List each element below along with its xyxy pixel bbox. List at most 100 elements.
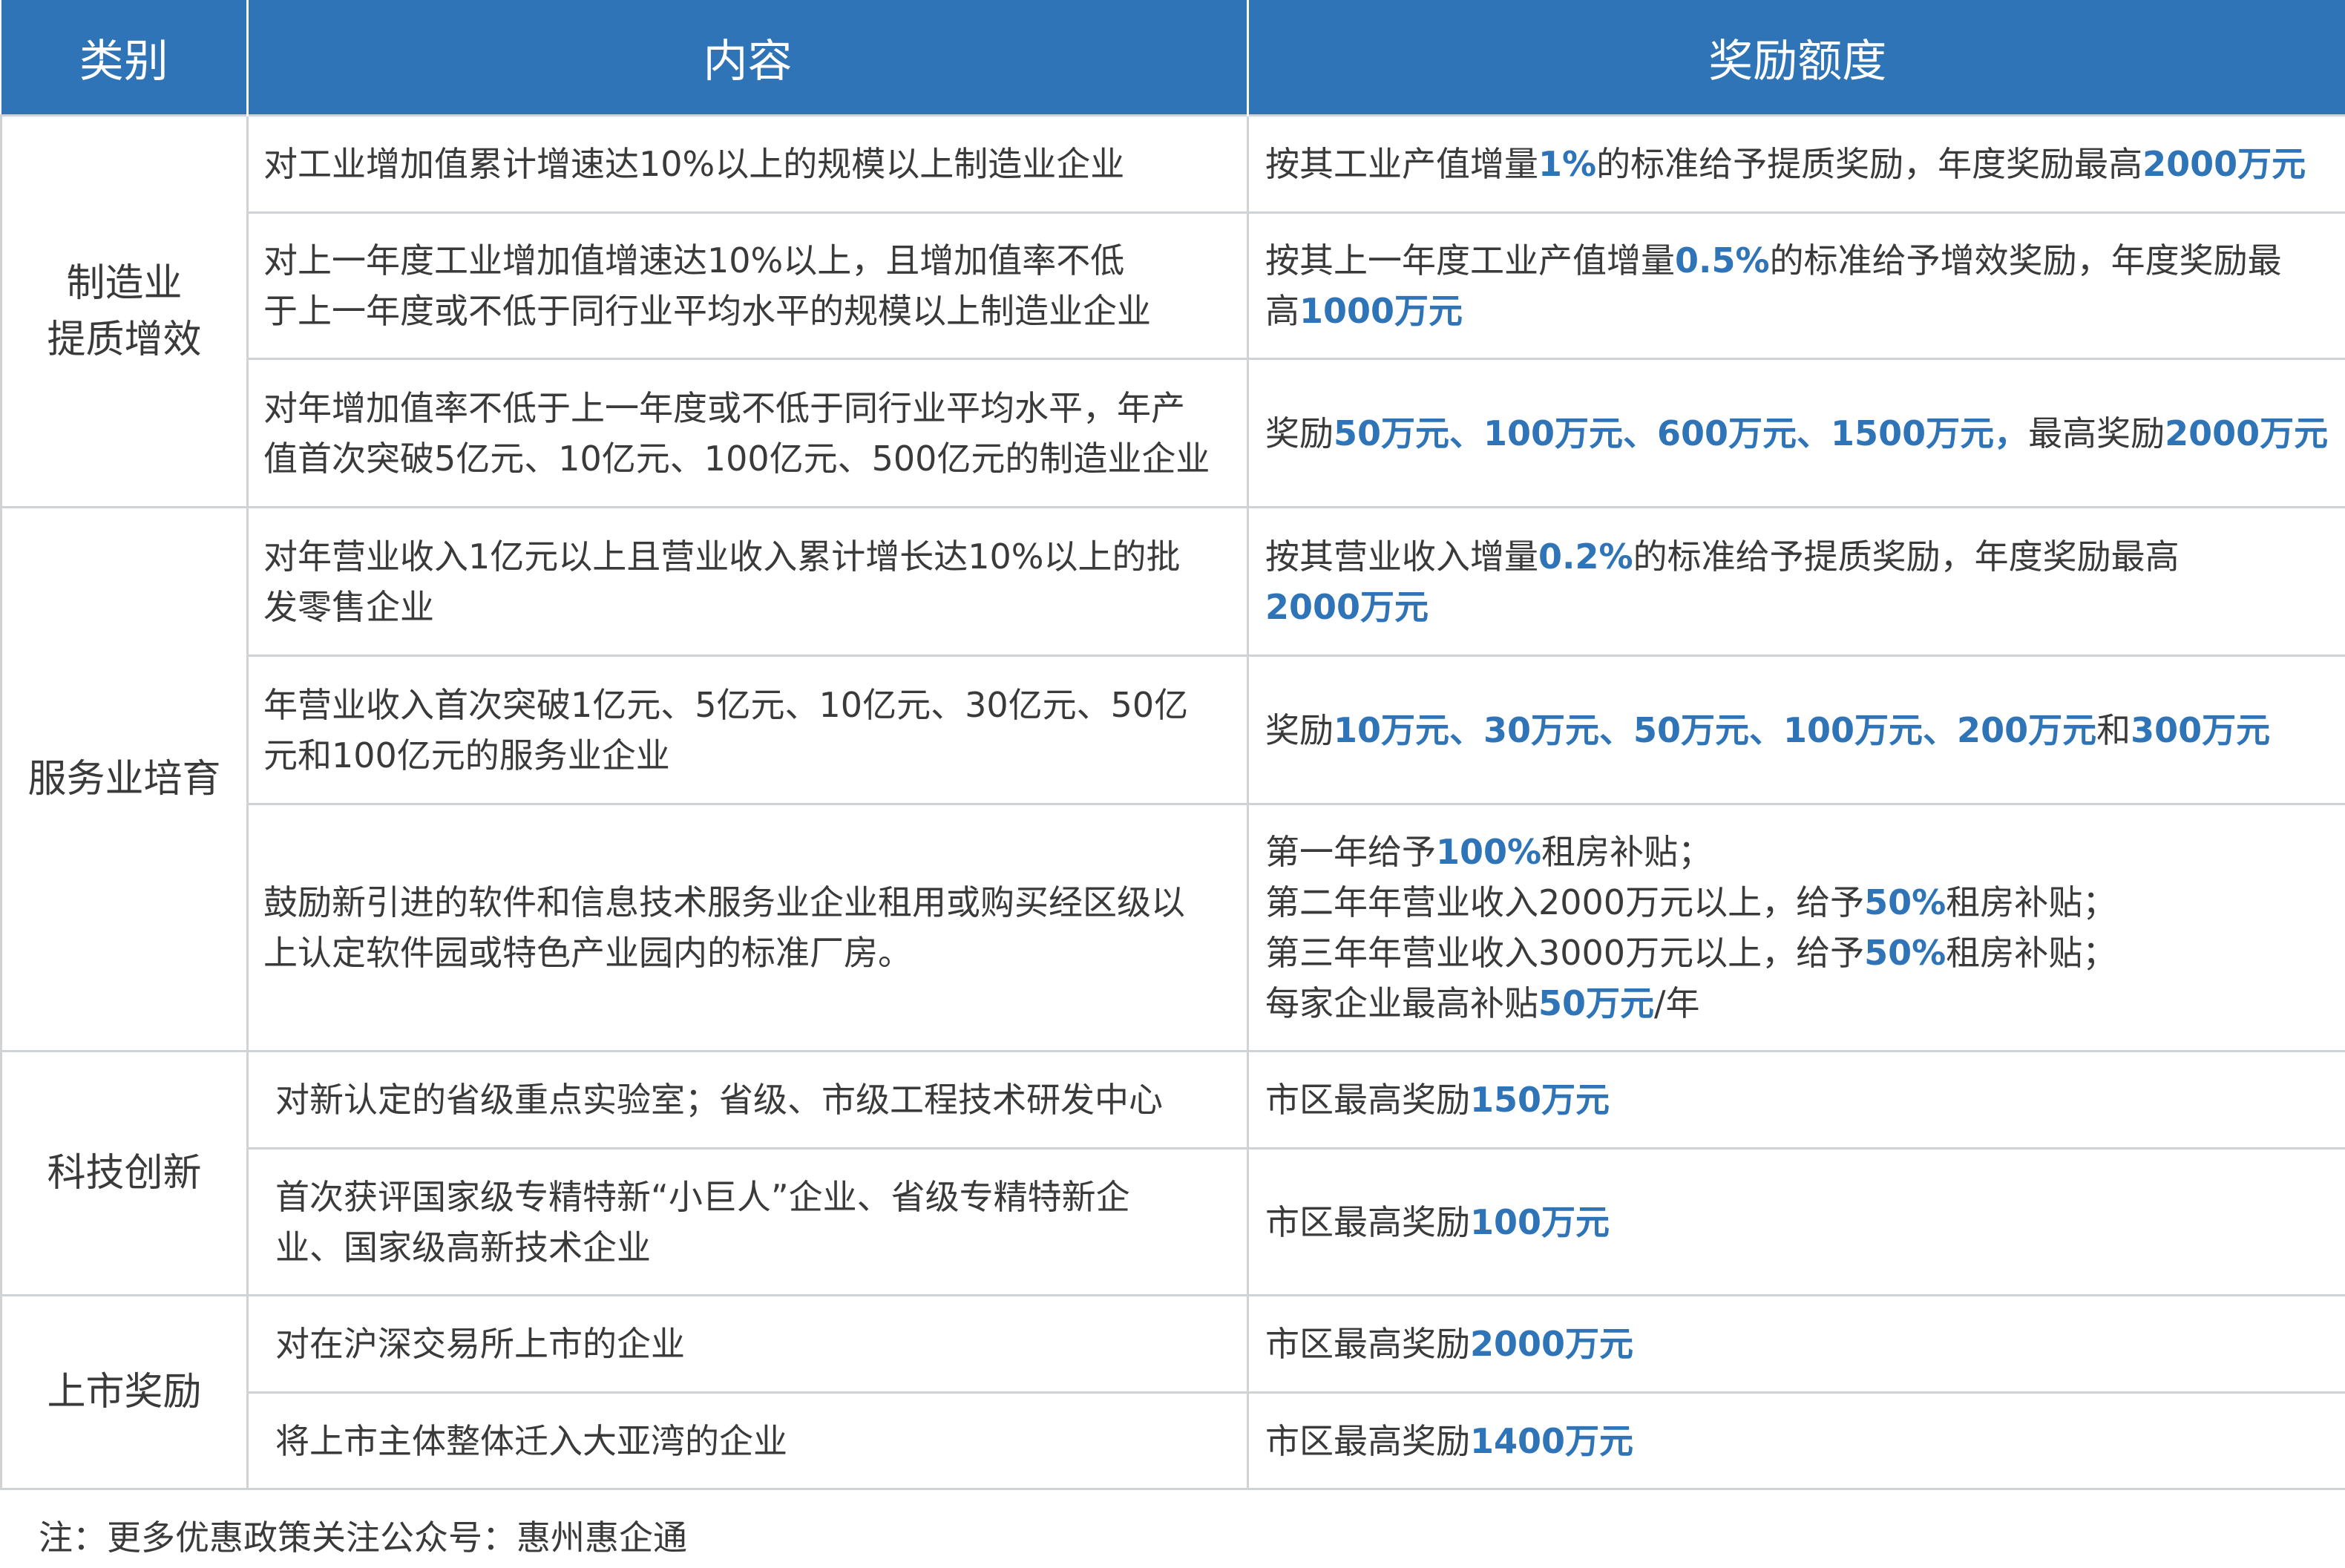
- content-text: 对年营业收入1亿元以上且营业收入累计增长达10%以上的批: [263, 536, 1181, 577]
- table-row: 上市奖励 对在沪深交易所上市的企业 市区最高奖励2000万元: [0, 1294, 2345, 1490]
- reward-amount: 2000万元: [2165, 413, 2329, 453]
- content-cell: 对上一年度工业增加值增速达10%以上，且增加值率不低 于上一年度或不低于同行业平均…: [246, 211, 1249, 360]
- reward-cell: 奖励50万元、100万元、600万元、1500万元，最高奖励2000万元: [1247, 358, 2345, 508]
- reward-cell: 市区最高奖励2000万元: [1247, 1294, 2345, 1394]
- reward-text: 按其上一年度工业产值增量: [1265, 240, 1675, 281]
- reward-amount: 0.2%: [1538, 536, 1633, 577]
- reward-amount: 0.5%: [1675, 240, 1770, 281]
- reward-amount: 2000万元: [2142, 144, 2306, 184]
- table-row: 服务业培育 对年营业收入1亿元以上且营业收入累计增长达10%以上的批 发零售企业 按其…: [0, 506, 2345, 1052]
- reward-text: /年: [1654, 983, 1700, 1023]
- category-label: 科技创新: [47, 1151, 202, 1195]
- content-text: 对工业增加值累计增速达10%以上的规模以上制造业企业: [263, 144, 1125, 184]
- content-text: 发零售企业: [263, 586, 434, 627]
- table-row: 制造业 提质增效 对工业增加值累计增速达10%以上的规模以上制造业企业 按其工业产值增…: [0, 114, 2345, 508]
- table-header: 类别 内容 奖励额度: [1, 0, 2345, 116]
- reward-text: 的标准给予增效奖励，年度奖励最: [1769, 240, 2282, 281]
- table-row: 鼓励新引进的软件和信息技术服务业企业租用或购买经区级以 上认定软件园或特色产业园内…: [1, 803, 2345, 1052]
- reward-amount: 1%: [1538, 144, 1597, 184]
- header-row: 类别 内容 奖励额度: [1, 0, 2345, 116]
- category-cell: 科技创新: [0, 1050, 249, 1296]
- reward-amount: 2000万元: [1265, 586, 1429, 627]
- reward-text: 的标准给予提质奖励，年度奖励最高: [1633, 536, 2180, 577]
- reward-text: 租房补贴；: [1946, 933, 2117, 973]
- reward-amount: 50%: [1864, 882, 1946, 922]
- content-text: 首次获评国家级专精特新“小巨人”企业、省级专精特新企: [275, 1176, 1130, 1217]
- header-category: 类别: [1, 0, 249, 116]
- reward-cell: 奖励10万元、30万元、50万元、100万元、200万元和300万元: [1247, 655, 2345, 805]
- reward-amount: 150万元: [1470, 1080, 1610, 1120]
- content-text: 对年增加值率不低于上一年度或不低于同行业平均水平，年产: [263, 387, 1185, 428]
- reward-text: 的标准给予提质奖励，年度奖励最高: [1596, 144, 2143, 184]
- reward-amount: 50万元: [1538, 983, 1655, 1023]
- content-text: 鼓励新引进的软件和信息技术服务业企业租用或购买经区级以: [263, 882, 1185, 922]
- category-cell: 上市奖励: [0, 1294, 249, 1490]
- reward-amount: 300万元: [2131, 709, 2271, 750]
- category-cell: 服务业培育: [0, 506, 249, 1052]
- content-text: 对上一年度工业增加值增速达10%以上，且增加值率不低: [263, 240, 1125, 281]
- content-text: 上认定软件园或特色产业园内的标准厂房。: [263, 933, 912, 973]
- reward-amount: 50%: [1864, 933, 1946, 973]
- content-text: 将上市主体整体迁入大亚湾的企业: [275, 1420, 787, 1461]
- reward-amount: 2000万元: [1470, 1324, 1634, 1364]
- reward-text: 每家企业最高补贴: [1265, 983, 1538, 1023]
- reward-cell: 按其营业收入增量0.2%的标准给予提质奖励，年度奖励最高 2000万元: [1247, 506, 2345, 657]
- reward-text: 按其工业产值增量: [1265, 144, 1538, 184]
- reward-amount: 1000万元: [1299, 291, 1463, 331]
- category-label: 制造业: [66, 260, 183, 306]
- content-text: 元和100亿元的服务业企业: [263, 735, 670, 775]
- header-reward: 奖励额度: [1247, 0, 2345, 116]
- content-text: 业、国家级高新技术企业: [275, 1227, 651, 1267]
- header-content: 内容: [247, 0, 1249, 116]
- reward-text: 市区最高奖励: [1265, 1324, 1470, 1364]
- reward-text: 和: [2096, 709, 2131, 750]
- reward-cell: 市区最高奖励150万元: [1247, 1050, 2345, 1149]
- reward-text: 市区最高奖励: [1265, 1080, 1470, 1120]
- reward-amount: 100万元: [1470, 1201, 1610, 1242]
- table-row: 首次获评国家级专精特新“小巨人”企业、省级专精特新企 业、国家级高新技术企业 市区最…: [1, 1147, 2345, 1296]
- content-text: 值首次突破5亿元、10亿元、100亿元、500亿元的制造业企业: [263, 438, 1210, 479]
- reward-text: 奖励: [1265, 709, 1334, 750]
- reward-amount: 1400万元: [1470, 1420, 1634, 1461]
- content-cell: 对年营业收入1亿元以上且营业收入累计增长达10%以上的批 发零售企业: [246, 506, 1249, 657]
- content-cell: 对年增加值率不低于上一年度或不低于同行业平均水平，年产 值首次突破5亿元、10亿元…: [246, 358, 1249, 508]
- table-row: 对年增加值率不低于上一年度或不低于同行业平均水平，年产 值首次突破5亿元、10亿元…: [1, 358, 2345, 508]
- reward-text: 租房补贴；: [1946, 882, 2117, 922]
- reward-text: 最高奖励: [2028, 413, 2165, 453]
- table-body: 制造业 提质增效 对工业增加值累计增速达10%以上的规模以上制造业企业 按其工业产值增…: [0, 114, 2345, 1490]
- content-cell: 对在沪深交易所上市的企业: [246, 1294, 1249, 1394]
- content-cell: 年营业收入首次突破1亿元、5亿元、10亿元、30亿元、50亿 元和100亿元的服务…: [246, 655, 1249, 805]
- reward-amount: 10万元、30万元、50万元、100万元、200万元: [1334, 709, 2097, 750]
- reward-text: 第一年给予: [1265, 832, 1436, 872]
- reward-text: 第三年年营业收入3000万元以上，给予: [1265, 933, 1865, 973]
- policy-table: 类别 内容 奖励额度 制造业 提质增效 对工业增加值累计增速达10%以上的规模以上制…: [0, 0, 2345, 1490]
- content-cell: 对工业增加值累计增速达10%以上的规模以上制造业企业: [246, 114, 1249, 214]
- reward-amount: 50万元、100万元、600万元、1500万元，: [1334, 413, 2029, 453]
- content-text: 于上一年度或不低于同行业平均水平的规模以上制造业企业: [263, 291, 1151, 331]
- category-cell: 制造业 提质增效: [0, 114, 249, 508]
- content-cell: 首次获评国家级专精特新“小巨人”企业、省级专精特新企 业、国家级高新技术企业: [246, 1147, 1249, 1296]
- reward-cell: 第一年给予100%租房补贴； 第二年年营业收入2000万元以上，给予50%租房补贴…: [1247, 803, 2345, 1052]
- table-row: 将上市主体整体迁入大亚湾的企业 市区最高奖励1400万元: [1, 1391, 2345, 1490]
- reward-text: 市区最高奖励: [1265, 1420, 1470, 1461]
- table-row: 科技创新 对新认定的省级重点实验室；省级、市级工程技术研发中心 市区最高奖励150万…: [0, 1050, 2345, 1296]
- reward-amount: 100%: [1436, 832, 1542, 872]
- footnote: 注：更多优惠政策关注公众号：惠州惠企通: [39, 1518, 687, 1558]
- table-row: 年营业收入首次突破1亿元、5亿元、10亿元、30亿元、50亿 元和100亿元的服务…: [1, 655, 2345, 805]
- table-row: 对上一年度工业增加值增速达10%以上，且增加值率不低 于上一年度或不低于同行业平均…: [1, 211, 2345, 360]
- content-text: 年营业收入首次突破1亿元、5亿元、10亿元、30亿元、50亿: [263, 684, 1189, 725]
- reward-text: 租房补贴；: [1541, 832, 1713, 872]
- content-text: 对新认定的省级重点实验室；省级、市级工程技术研发中心: [275, 1080, 1163, 1120]
- category-label: 上市奖励: [47, 1370, 202, 1414]
- reward-text: 按其营业收入增量: [1265, 536, 1538, 577]
- content-text: 对在沪深交易所上市的企业: [275, 1324, 685, 1364]
- reward-cell: 市区最高奖励1400万元: [1247, 1391, 2345, 1490]
- content-cell: 将上市主体整体迁入大亚湾的企业: [246, 1391, 1249, 1490]
- reward-text: 奖励: [1265, 413, 1334, 453]
- category-label: 服务业培育: [27, 757, 221, 801]
- reward-text: 市区最高奖励: [1265, 1201, 1470, 1242]
- reward-text: 第二年年营业收入2000万元以上，给予: [1265, 882, 1865, 922]
- reward-text: 高: [1265, 291, 1299, 331]
- reward-cell: 按其上一年度工业产值增量0.5%的标准给予增效奖励，年度奖励最高1000万元: [1247, 211, 2345, 360]
- content-cell: 鼓励新引进的软件和信息技术服务业企业租用或购买经区级以 上认定软件园或特色产业园内…: [246, 803, 1249, 1052]
